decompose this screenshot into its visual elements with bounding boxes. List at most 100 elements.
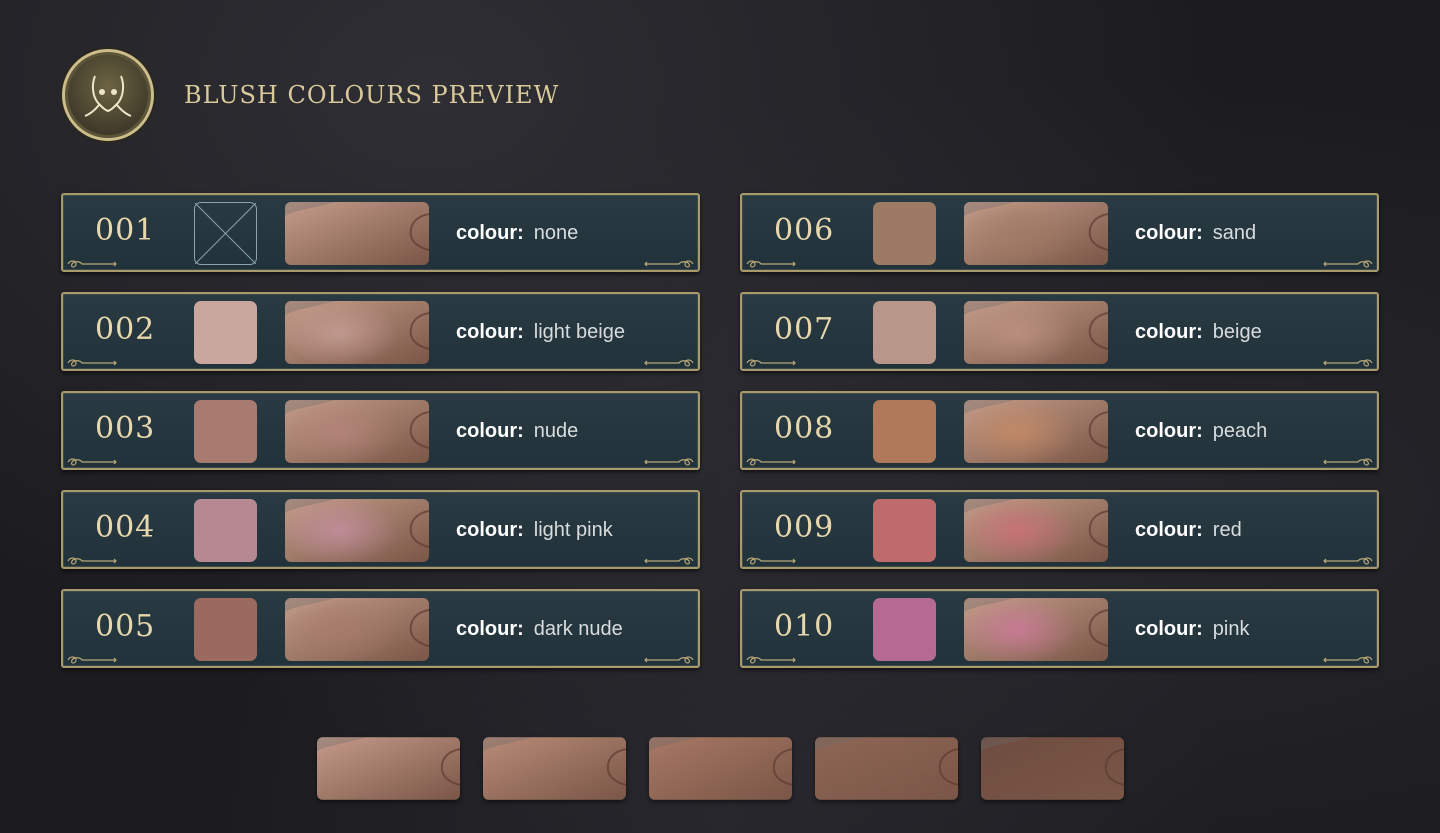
ornament-icon	[1323, 260, 1373, 268]
cheek-preview	[285, 598, 429, 661]
blush-card-001[interactable]: 001 colour: none	[61, 193, 700, 272]
colour-label-key: colour:	[456, 618, 524, 640]
colour-label: colour: pink	[1135, 618, 1249, 641]
colour-label-key: colour:	[456, 222, 524, 244]
colour-name: beige	[1212, 321, 1262, 343]
ornament-icon	[644, 557, 694, 565]
ornament-icon	[746, 458, 796, 466]
page-title: BLUSH COLOURS PREVIEW	[184, 81, 560, 109]
ornament-icon	[644, 656, 694, 664]
cheek-preview	[964, 598, 1108, 661]
blush-card-009[interactable]: 009 colour: red	[740, 490, 1379, 569]
colour-label: colour: sand	[1135, 222, 1256, 245]
colour-label-key: colour:	[1135, 321, 1203, 343]
colour-name: red	[1212, 519, 1242, 541]
colour-label-key: colour:	[1135, 618, 1203, 640]
blush-code: 006	[774, 213, 835, 248]
ornament-icon	[67, 458, 117, 466]
colour-label: colour: nude	[456, 420, 578, 443]
ornament-icon	[67, 260, 117, 268]
colour-swatch	[194, 499, 257, 562]
colour-swatch	[873, 400, 936, 463]
ornament-icon	[746, 557, 796, 565]
skin-tone-preview-4[interactable]	[815, 737, 958, 800]
skin-tone-preview-2[interactable]	[483, 737, 626, 800]
ornament-icon	[67, 557, 117, 565]
blush-code: 007	[774, 312, 835, 347]
colour-label: colour: dark nude	[456, 618, 623, 641]
colour-swatch	[194, 598, 257, 661]
colour-label: colour: beige	[1135, 321, 1262, 344]
colour-name: light pink	[533, 519, 613, 541]
colour-name: pink	[1212, 618, 1250, 640]
blush-code: 010	[774, 609, 835, 644]
colour-swatch	[873, 598, 936, 661]
ornament-icon	[746, 359, 796, 367]
skin-tone-preview-5[interactable]	[981, 737, 1124, 800]
colour-label: colour: none	[456, 222, 578, 245]
colour-label-key: colour:	[456, 519, 524, 541]
ornament-icon	[1323, 458, 1373, 466]
blush-code: 009	[774, 510, 835, 545]
face-icon	[62, 49, 154, 141]
colour-label: colour: peach	[1135, 420, 1267, 443]
blush-card-002[interactable]: 002 colour: light beige	[61, 292, 700, 371]
cheek-preview	[285, 202, 429, 265]
ornament-icon	[746, 260, 796, 268]
blush-code: 003	[95, 411, 156, 446]
colour-swatch	[873, 202, 936, 265]
ornament-icon	[746, 656, 796, 664]
ornament-icon	[644, 359, 694, 367]
skin-tone-preview-3[interactable]	[649, 737, 792, 800]
colour-name: peach	[1212, 420, 1268, 442]
skin-tone-preview-1[interactable]	[317, 737, 460, 800]
colour-swatch	[873, 499, 936, 562]
blush-card-008[interactable]: 008 colour: peach	[740, 391, 1379, 470]
blush-card-010[interactable]: 010 colour: pink	[740, 589, 1379, 668]
colour-label-key: colour:	[1135, 420, 1203, 442]
colour-swatch	[194, 400, 257, 463]
blush-card-003[interactable]: 003 colour: nude	[61, 391, 700, 470]
cheek-preview	[285, 301, 429, 364]
ornament-icon	[644, 260, 694, 268]
colour-name: dark nude	[533, 618, 623, 640]
colour-name: nude	[533, 420, 579, 442]
colour-swatch	[873, 301, 936, 364]
blush-card-004[interactable]: 004 colour: light pink	[61, 490, 700, 569]
blush-grid: 001 colour: none 006 colour: sand 002 colour: li…	[61, 193, 1379, 668]
ornament-icon	[1323, 359, 1373, 367]
cheek-preview	[285, 400, 429, 463]
blush-code: 004	[95, 510, 156, 545]
ornament-icon	[67, 359, 117, 367]
colour-name: none	[533, 222, 579, 244]
blush-card-007[interactable]: 007 colour: beige	[740, 292, 1379, 371]
ornament-icon	[67, 656, 117, 664]
colour-label: colour: light beige	[456, 321, 625, 344]
cheek-preview	[964, 202, 1108, 265]
skin-tone-row	[317, 737, 1124, 800]
colour-label-key: colour:	[1135, 222, 1203, 244]
colour-label: colour: light pink	[456, 519, 613, 542]
blush-code: 005	[95, 609, 156, 644]
cheek-preview	[964, 499, 1108, 562]
colour-label-key: colour:	[1135, 519, 1203, 541]
blush-card-005[interactable]: 005 colour: dark nude	[61, 589, 700, 668]
colour-swatch	[194, 301, 257, 364]
ornament-icon	[644, 458, 694, 466]
cheek-preview	[964, 301, 1108, 364]
ornament-icon	[1323, 656, 1373, 664]
colour-label: colour: red	[1135, 519, 1242, 542]
colour-name: light beige	[533, 321, 625, 343]
ornament-icon	[1323, 557, 1373, 565]
cheek-preview	[964, 400, 1108, 463]
blush-card-006[interactable]: 006 colour: sand	[740, 193, 1379, 272]
colour-name: sand	[1212, 222, 1257, 244]
colour-label-key: colour:	[456, 321, 524, 343]
cheek-preview	[285, 499, 429, 562]
blush-code: 008	[774, 411, 835, 446]
colour-label-key: colour:	[456, 420, 524, 442]
blush-code: 001	[95, 213, 156, 248]
blush-code: 002	[95, 312, 156, 347]
no-colour-icon	[194, 202, 257, 265]
header: BLUSH COLOURS PREVIEW	[62, 49, 559, 141]
